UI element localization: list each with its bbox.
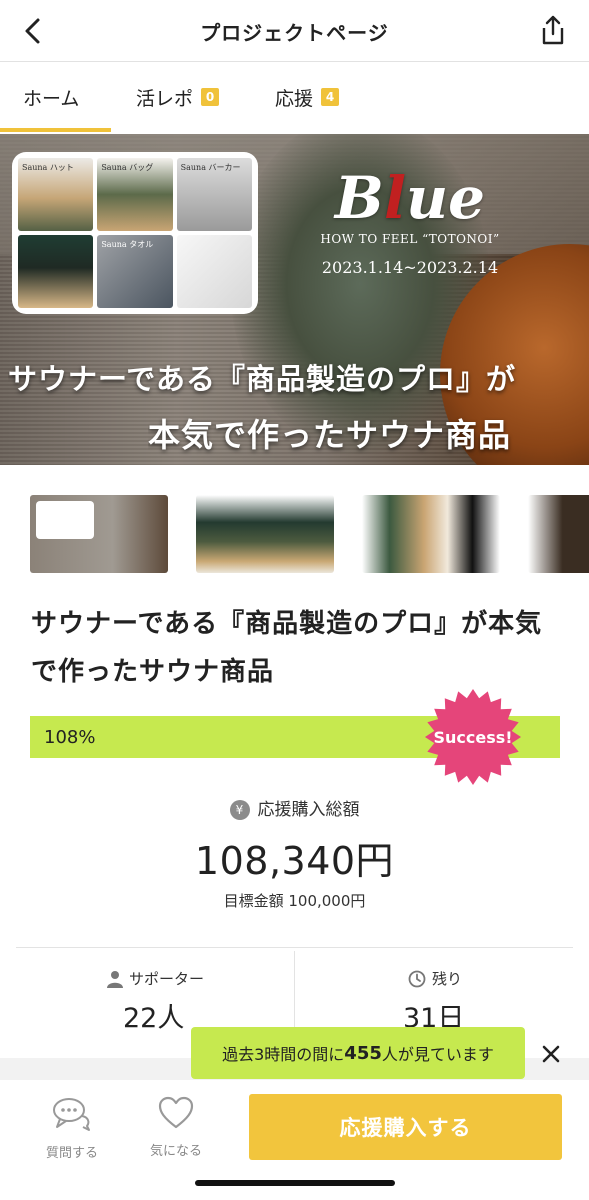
amount-value: 108,340円: [194, 839, 395, 883]
remaining-label-text: 残り: [432, 970, 463, 988]
support-purchase-button[interactable]: 応援購入する: [249, 1094, 562, 1160]
ask-question-label: 質問する: [45, 1146, 98, 1161]
tab-bar: ホーム 活レポ 0 応援 4: [0, 62, 589, 132]
brand-subtitle: HOW TO FEEL “TOTONOI”: [320, 232, 500, 246]
share-button[interactable]: [533, 10, 573, 50]
amount-label: ¥ 応援購入総額: [0, 795, 589, 820]
tab-support-label: 応援: [275, 87, 314, 110]
home-indicator: [195, 1180, 395, 1186]
person-icon: [107, 970, 123, 988]
page-title: プロジェクトページ: [200, 21, 389, 45]
toast-count: 455: [344, 1042, 382, 1064]
collage-label: Sauna バッグ: [101, 163, 154, 172]
collage-cell: Sauna ハット: [18, 158, 94, 231]
toast-close-button[interactable]: [537, 1040, 565, 1068]
collage-label: Sauna バーカー: [180, 163, 241, 172]
collage-cell: [18, 235, 94, 308]
favorite-button[interactable]: 気になる: [131, 1096, 221, 1159]
active-tab-indicator: [0, 128, 111, 132]
tab-home[interactable]: ホーム: [23, 62, 79, 132]
hero-headline-2: 本気で作ったサウナ商品: [148, 416, 512, 454]
tab-katsurepo-label: 活レポ: [136, 87, 194, 110]
hero-image[interactable]: Sauna ハット Sauna バッグ Sauna バーカー Sauna タオル…: [0, 134, 589, 465]
collage-cell: Sauna バーカー: [176, 158, 252, 231]
app-header: プロジェクトページ: [0, 0, 589, 62]
thumbnail-3[interactable]: [362, 495, 500, 573]
close-icon: [542, 1045, 560, 1063]
collage-cell: Sauna タオル: [97, 235, 173, 308]
collage-cell: Sauna バッグ: [97, 158, 173, 231]
tab-support-badge: 4: [321, 88, 340, 106]
tab-support[interactable]: 応援 4: [275, 62, 340, 132]
chat-bubble-icon: [53, 1098, 90, 1131]
supporters-value: 22人: [123, 1003, 185, 1034]
tab-home-label: ホーム: [23, 87, 80, 110]
tab-katsurepo[interactable]: 活レポ 0: [136, 62, 220, 132]
collage-cell: [176, 235, 252, 308]
remaining-label: 残り: [408, 968, 462, 989]
goal-amount: 目標金額 100,000円: [223, 892, 366, 910]
thumbnail-1[interactable]: [30, 495, 168, 573]
collage-label: Sauna タオル: [101, 240, 154, 249]
clock-icon: [408, 970, 426, 987]
success-text: Success!: [433, 727, 513, 747]
favorite-label: 気になる: [149, 1144, 202, 1159]
thumbnail-4[interactable]: [528, 495, 589, 573]
project-title: サウナーである『商品製造のプロ』が本気で作ったサウナ商品: [31, 609, 543, 687]
toast-suffix: 人が見ています: [381, 1045, 494, 1064]
supporters-label-text: サポーター: [129, 970, 205, 988]
collage-label: Sauna ハット: [22, 163, 74, 172]
campaign-dates: 2023.1.14~2023.2.14: [321, 258, 499, 277]
brand-logo: Blue: [334, 164, 486, 232]
amount-label-text: 応援購入総額: [257, 800, 360, 820]
toast-prefix: 過去3時間の間に: [222, 1045, 345, 1064]
progress-label: 108%: [44, 727, 96, 748]
hero-headline-1: サウナーである『商品製造のプロ』が: [8, 362, 516, 396]
supporters-label: サポーター: [107, 968, 204, 989]
viewers-toast: 過去3時間の間に 455 人が見ています: [191, 1027, 525, 1079]
product-collage: Sauna ハット Sauna バッグ Sauna バーカー Sauna タオル: [12, 152, 258, 314]
yen-icon: ¥: [229, 800, 250, 820]
thumbnail-strip: [0, 495, 589, 573]
share-icon: [542, 15, 564, 45]
divider: [16, 947, 573, 948]
heart-icon: [158, 1096, 194, 1129]
tab-katsurepo-badge: 0: [201, 88, 220, 106]
success-badge: Success!: [424, 688, 522, 786]
ask-question-button[interactable]: 質問する: [27, 1096, 117, 1161]
thumbnail-2[interactable]: [196, 495, 334, 573]
